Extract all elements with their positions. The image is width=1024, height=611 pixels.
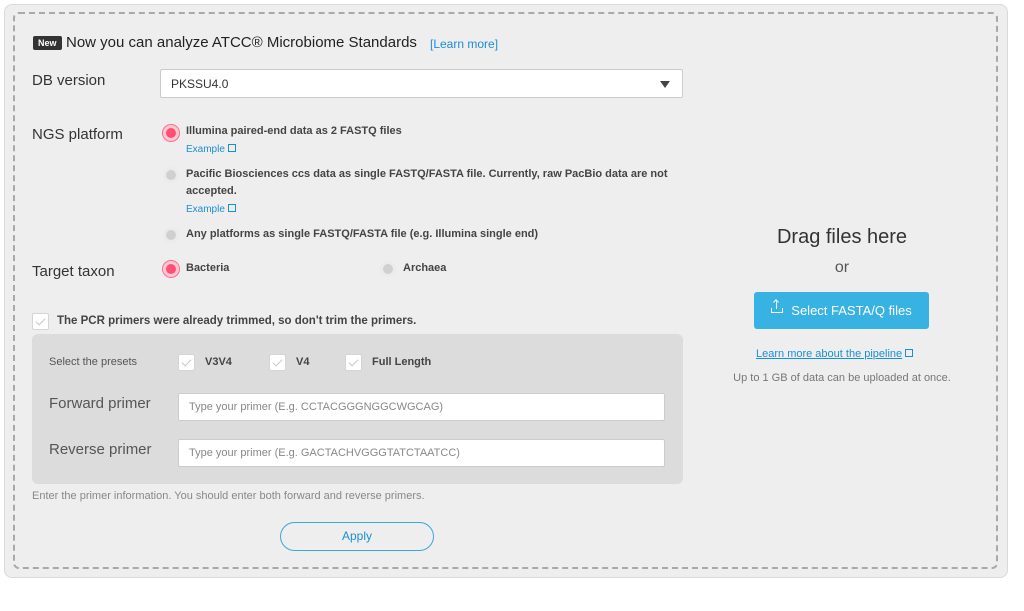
preset-v4-checkbox[interactable] xyxy=(269,354,286,371)
example-label: Example xyxy=(186,204,225,215)
drag-files-text: Drag files here xyxy=(776,226,908,248)
reverse-primer-label: Reverse primer xyxy=(49,441,152,458)
radio-bacteria[interactable] xyxy=(163,261,179,277)
trim-primers-checkbox[interactable] xyxy=(32,313,49,330)
announcement-text: Now you can analyze ATCC® Microbiome Sta… xyxy=(66,34,417,51)
upload-icon xyxy=(771,300,784,313)
external-link-icon xyxy=(227,204,236,212)
pipeline-link-label: Learn more about the pipeline xyxy=(756,348,903,360)
pipeline-link[interactable]: Learn more about the pipeline xyxy=(756,348,914,360)
apply-button[interactable]: Apply xyxy=(280,522,434,551)
upload-limit-note: Up to 1 GB of data can be uploaded at on… xyxy=(733,372,951,384)
reverse-primer-input[interactable]: Type your primer (E.g. GACTACHVGGGTATCTA… xyxy=(178,439,665,467)
example-label: Example xyxy=(186,144,225,155)
select-files-button[interactable]: Select FASTA/Q files xyxy=(754,292,929,329)
learn-more-link[interactable]: [Learn more] xyxy=(430,37,498,51)
external-link-icon xyxy=(905,349,914,357)
trim-primers-label: The PCR primers were already trimmed, so… xyxy=(57,315,417,327)
ngs-platform-label: NGS platform xyxy=(32,126,123,143)
example-link-illumina[interactable]: Example xyxy=(186,144,236,155)
preset-v3v4-label: V3V4 xyxy=(205,356,232,368)
option-archaea-label: Archaea xyxy=(403,262,447,274)
db-version-select[interactable]: PKSSU4.0 xyxy=(160,69,683,98)
or-text: or xyxy=(834,259,850,276)
option-any-platform-label: Any platforms as single FASTQ/FASTA file… xyxy=(186,228,539,240)
preset-v3v4-checkbox[interactable] xyxy=(178,354,195,371)
dropdown-arrow-icon xyxy=(660,81,670,88)
preset-v4-label: V4 xyxy=(296,356,310,368)
option-pacbio-label-cont: accepted. xyxy=(186,185,237,197)
radio-illumina[interactable] xyxy=(163,125,179,141)
option-pacbio-label: Pacific Biosciences ccs data as single F… xyxy=(186,168,668,180)
presets-label: Select the presets xyxy=(49,356,138,368)
primer-hint: Enter the primer information. You should… xyxy=(32,490,425,502)
option-bacteria-label: Bacteria xyxy=(186,262,230,274)
radio-any-platform[interactable] xyxy=(163,227,179,243)
preset-full-length-checkbox[interactable] xyxy=(345,354,362,371)
select-files-label: Select FASTA/Q files xyxy=(791,303,912,318)
db-version-value: PKSSU4.0 xyxy=(171,77,229,91)
radio-archaea[interactable] xyxy=(380,261,396,277)
forward-primer-input[interactable]: Type your primer (E.g. CCTACGGGNGGCWGCAG… xyxy=(178,393,665,421)
new-badge: New xyxy=(33,36,62,50)
forward-primer-label: Forward primer xyxy=(49,395,151,412)
preset-full-length-label: Full Length xyxy=(372,356,432,368)
option-illumina-label: Illumina paired-end data as 2 FASTQ file… xyxy=(186,125,402,137)
example-link-pacbio[interactable]: Example xyxy=(186,204,236,215)
target-taxon-label: Target taxon xyxy=(32,263,115,280)
external-link-icon xyxy=(227,144,236,152)
radio-pacbio[interactable] xyxy=(163,167,179,183)
db-version-label: DB version xyxy=(32,72,106,89)
